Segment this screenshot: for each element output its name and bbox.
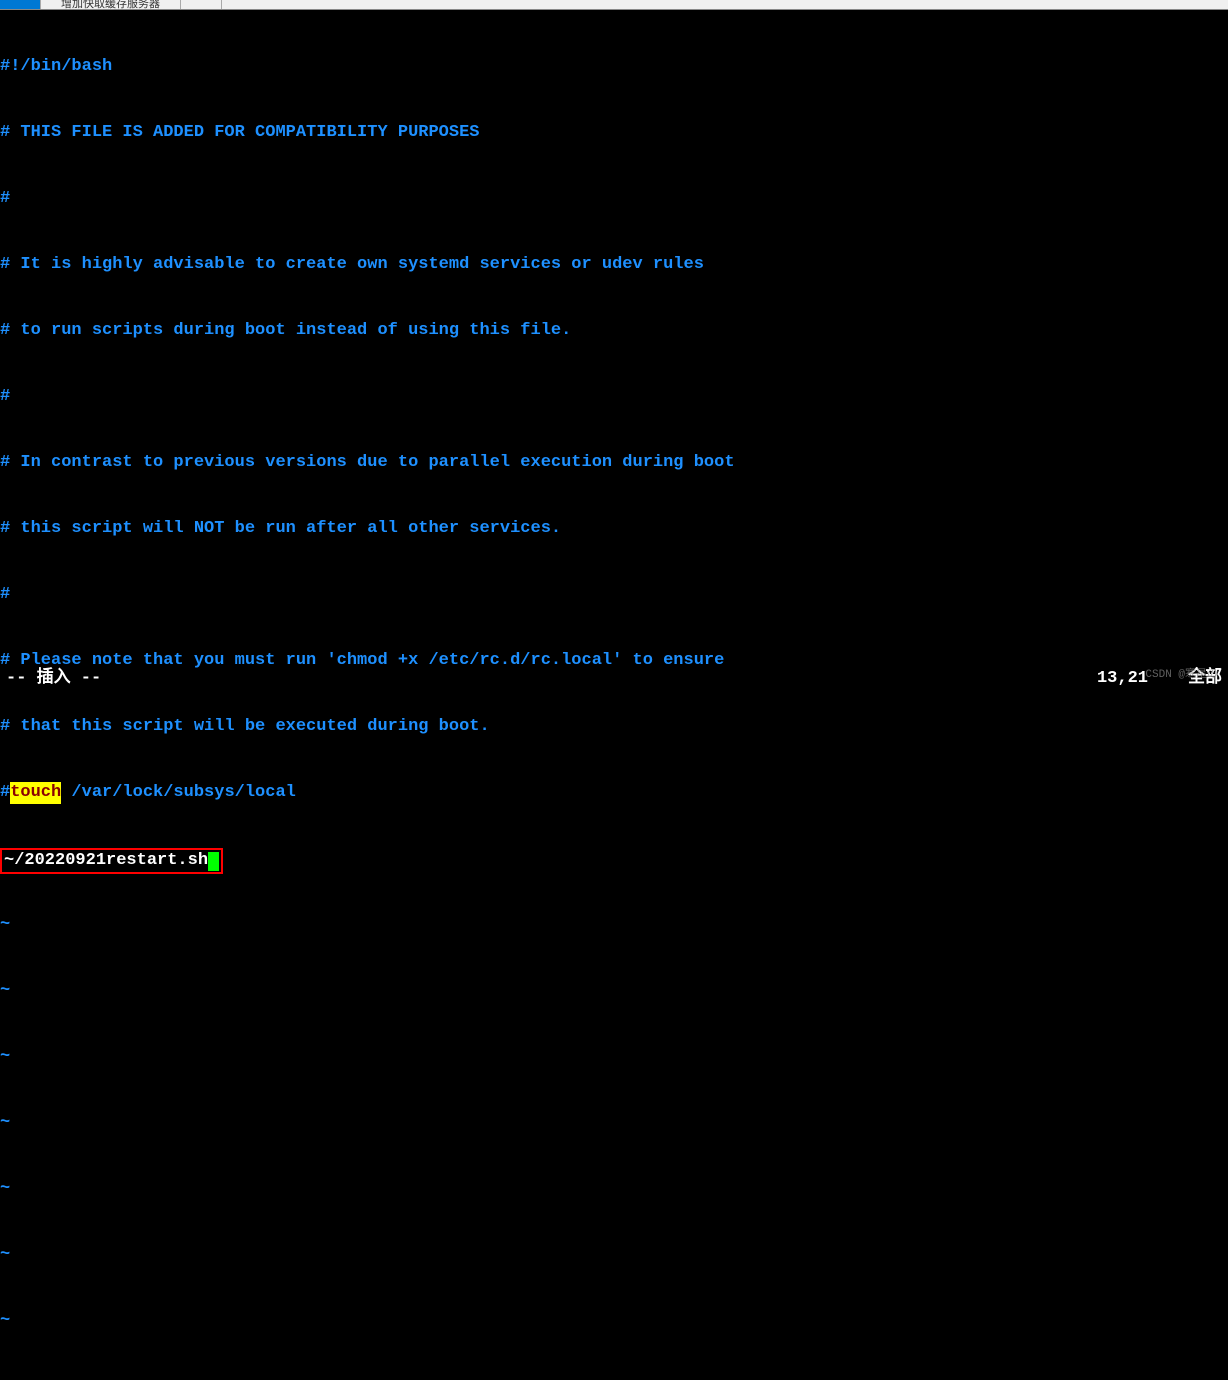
tab-active[interactable]	[0, 0, 41, 9]
code-line: #!/bin/bash	[0, 56, 1228, 78]
code-line: # to run scripts during boot instead of …	[0, 320, 1228, 342]
empty-line-tilde: ~	[0, 914, 1228, 936]
code-line: #	[0, 188, 1228, 210]
watermark-text: CSDN @寒星の	[1145, 669, 1218, 682]
empty-line-tilde: ~	[0, 1310, 1228, 1332]
code-line: # that this script will be executed duri…	[0, 716, 1228, 738]
tab-item[interactable]: 增加快取缓存服务器	[41, 0, 181, 9]
code-line: #	[0, 386, 1228, 408]
watermark: CSDN @寒星の	[1145, 669, 1218, 682]
code-line: #	[0, 584, 1228, 606]
code-line: # THIS FILE IS ADDED FOR COMPATIBILITY P…	[0, 122, 1228, 144]
empty-line-tilde: ~	[0, 1178, 1228, 1200]
code-line: # In contrast to previous versions due t…	[0, 452, 1228, 474]
cursor	[208, 852, 219, 871]
script-path: ~/20220921restart.sh	[4, 850, 208, 872]
search-highlight: touch	[10, 782, 61, 804]
code-line-touch: #touch /var/lock/subsys/local	[0, 782, 1228, 804]
code-text: /var/lock/subsys/local	[61, 782, 296, 804]
empty-line-tilde: ~	[0, 1376, 1228, 1380]
tab-item[interactable]	[181, 0, 222, 9]
code-line-current: ~/20220921restart.sh	[0, 848, 1228, 870]
editor-content[interactable]: #!/bin/bash # THIS FILE IS ADDED FOR COM…	[0, 10, 1228, 1380]
annotation-box: ~/20220921restart.sh	[0, 848, 223, 874]
vim-mode: -- 插入 --	[6, 668, 101, 690]
vim-status-bar: -- 插入 -- 13,21 全部	[0, 668, 1228, 690]
code-line: # this script will NOT be run after all …	[0, 518, 1228, 540]
empty-line-tilde: ~	[0, 1046, 1228, 1068]
empty-line-tilde: ~	[0, 980, 1228, 1002]
tab-bar: 增加快取缓存服务器	[0, 0, 1228, 10]
code-line: # It is highly advisable to create own s…	[0, 254, 1228, 276]
hash-char: #	[0, 782, 10, 804]
empty-line-tilde: ~	[0, 1112, 1228, 1134]
tab-label: 增加快取缓存服务器	[61, 0, 160, 16]
cursor-position: 13,21	[1097, 668, 1148, 690]
empty-line-tilde: ~	[0, 1244, 1228, 1266]
